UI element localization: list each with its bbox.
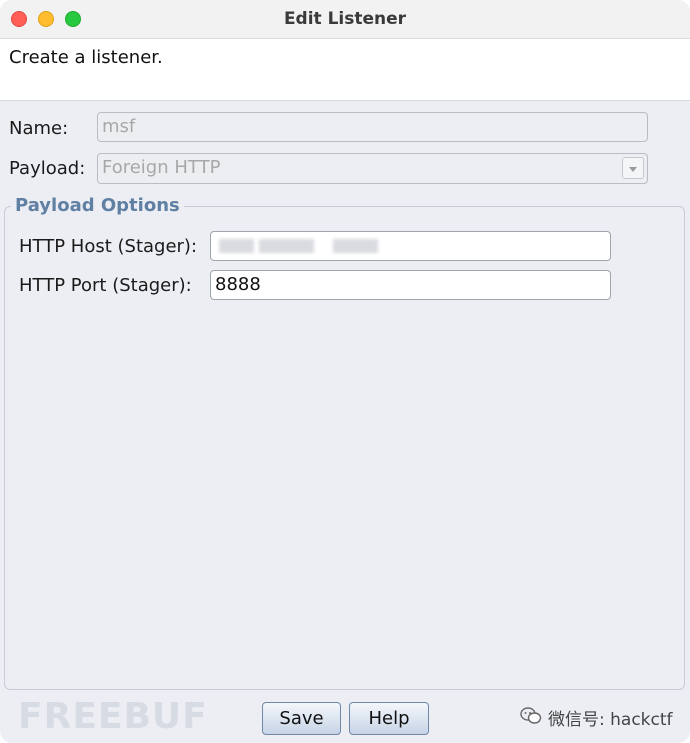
name-field: msf (97, 112, 648, 142)
chevron-down-icon[interactable] (622, 157, 644, 179)
payload-select-value: Foreign HTTP (102, 157, 221, 178)
description-text: Create a listener. (9, 47, 163, 68)
payload-select[interactable]: Foreign HTTP (97, 153, 648, 184)
title-bar: Edit Listener (0, 0, 690, 39)
http-port-input[interactable]: 8888 (210, 270, 611, 300)
save-button[interactable]: Save (262, 702, 341, 735)
redacted-block (333, 239, 378, 253)
redacted-block (259, 239, 314, 253)
http-host-label: HTTP Host (Stager): (19, 236, 198, 257)
freebuf-watermark: FREEBUF (18, 696, 208, 737)
payload-options-title: Payload Options (11, 195, 184, 216)
description-panel: Create a listener. (0, 39, 690, 101)
name-field-value: msf (102, 116, 136, 137)
wechat-id-text: 微信号: hackctf (548, 710, 673, 730)
help-button[interactable]: Help (349, 702, 429, 735)
wechat-watermark: 微信号: hackctf (520, 705, 673, 730)
name-label: Name: (9, 118, 69, 139)
http-host-input[interactable] (210, 231, 611, 261)
http-port-label: HTTP Port (Stager): (19, 275, 192, 296)
redacted-block (219, 239, 254, 253)
wechat-icon (520, 707, 542, 724)
window-title: Edit Listener (283, 9, 407, 29)
payload-label: Payload: (9, 158, 86, 179)
http-port-value: 8888 (215, 274, 261, 295)
edit-listener-window: Edit Listener Create a listener. Name: m… (0, 0, 690, 743)
